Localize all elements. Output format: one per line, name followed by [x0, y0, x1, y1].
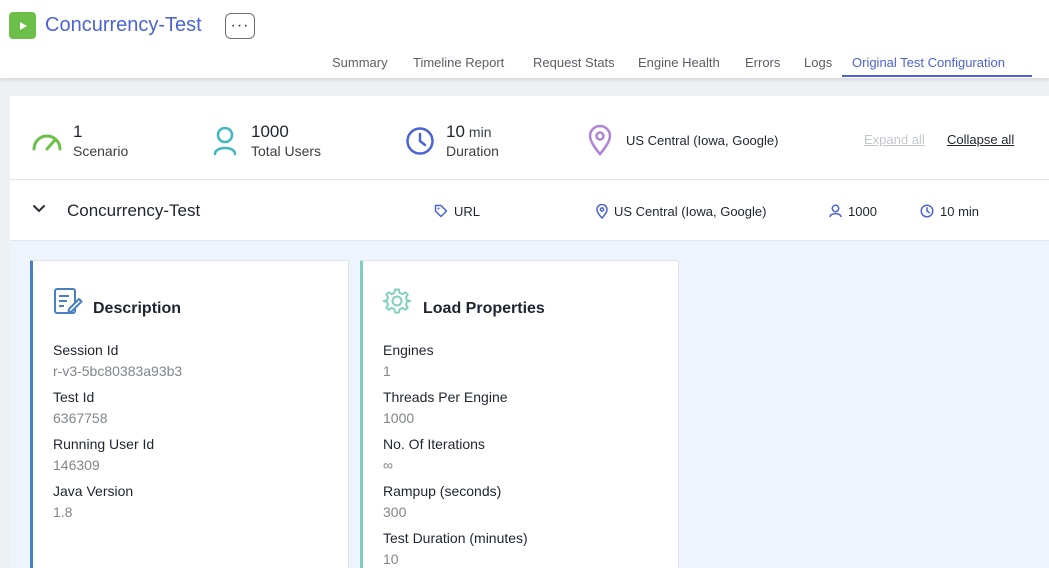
description-card: Description Session Id r-v3-5bc80383a93b…	[30, 260, 349, 568]
load-properties-title: Load Properties	[423, 300, 545, 317]
java-version-value: 1.8	[53, 504, 73, 520]
scenario-type: URL	[434, 202, 480, 220]
scenario-details: Description Session Id r-v3-5bc80383a93b…	[10, 241, 1049, 568]
user-icon	[213, 126, 237, 156]
active-tab-indicator	[842, 75, 1032, 77]
threads-per-engine-label: Threads Per Engine	[383, 389, 508, 405]
test-id-label: Test Id	[53, 389, 95, 405]
app-title: Concurrency-Test	[45, 14, 202, 36]
tab-engine-health[interactable]: Engine Health	[638, 55, 720, 70]
scenario-location: US Central (Iowa, Google)	[596, 202, 766, 220]
duration-label: Duration	[446, 143, 499, 159]
scenario-row[interactable]: Concurrency-Test URL US Central (Iowa, G…	[10, 180, 1049, 241]
report-tabs: Summary Timeline Report Request Stats En…	[0, 54, 1049, 78]
gear-icon	[383, 288, 411, 314]
engines-label: Engines	[383, 342, 434, 358]
iterations-value: ∞	[383, 457, 393, 473]
iterations-label: No. Of Iterations	[383, 436, 485, 452]
tab-summary[interactable]: Summary	[332, 55, 388, 70]
description-title: Description	[93, 300, 182, 317]
app-header: Concurrency-Test ··· Summary Timeline Re…	[0, 0, 1049, 78]
session-id-value: r-v3-5bc80383a93b3	[53, 363, 183, 379]
rampup-label: Rampup (seconds)	[383, 483, 502, 499]
total-users-label: Total Users	[251, 143, 322, 159]
tab-timeline-report[interactable]: Timeline Report	[413, 55, 504, 70]
scenario-duration: 10 min	[920, 202, 979, 220]
summary-row: 1 Scenario 1000 Total Users 10 min Durati…	[10, 96, 1049, 180]
clock-icon	[920, 204, 934, 218]
scenario-name: Concurrency-Test	[67, 201, 201, 220]
tab-logs[interactable]: Logs	[804, 55, 832, 70]
more-options-button[interactable]: ···	[225, 13, 255, 39]
scenario-label: Scenario	[73, 143, 129, 159]
speedometer-icon	[32, 134, 62, 151]
scenario-count: 1	[73, 122, 83, 141]
clock-icon	[406, 127, 434, 155]
total-users-count: 1000	[251, 122, 289, 141]
test-duration-label: Test Duration (minutes)	[383, 530, 528, 546]
play-icon[interactable]	[9, 12, 36, 39]
rampup-value: 300	[383, 504, 407, 520]
user-icon	[829, 204, 842, 218]
tab-original-test-configuration[interactable]: Original Test Configuration	[852, 55, 1005, 70]
tab-request-stats[interactable]: Request Stats	[533, 55, 615, 70]
threads-per-engine-value: 1000	[383, 410, 415, 426]
duration-value: 10 min	[446, 122, 491, 142]
duration-unit: min	[468, 124, 492, 140]
chevron-down-icon[interactable]	[32, 202, 46, 216]
document-edit-icon	[54, 288, 83, 314]
duration-number: 10	[446, 122, 465, 141]
collapse-all-link[interactable]: Collapse all	[947, 132, 1014, 147]
engines-value: 1	[383, 363, 391, 379]
java-version-label: Java Version	[53, 483, 134, 499]
location-value: US Central (Iowa, Google)	[626, 133, 779, 148]
scenario-type-label: URL	[454, 203, 481, 219]
running-user-id-value: 146309	[53, 457, 100, 473]
expand-all-link[interactable]: Expand all	[864, 132, 925, 147]
scenario-users: 1000	[829, 202, 877, 220]
tab-errors[interactable]: Errors	[745, 55, 780, 70]
test-id-value: 6367758	[53, 410, 108, 426]
running-user-id-label: Running User Id	[53, 436, 155, 452]
scenario-users-label: 1000	[848, 203, 877, 219]
scenario-location-label: US Central (Iowa, Google)	[614, 203, 767, 219]
location-pin-icon	[596, 203, 608, 219]
tag-icon	[434, 204, 448, 218]
configuration-panel: 1 Scenario 1000 Total Users 10 min Durati…	[10, 96, 1049, 568]
session-id-label: Session Id	[53, 342, 119, 358]
location-pin-icon	[588, 124, 612, 156]
load-properties-card: Load Properties Engines 1 Threads Per En…	[360, 260, 679, 568]
scenario-duration-label: 10 min	[940, 203, 980, 219]
test-duration-value: 10	[383, 551, 399, 567]
